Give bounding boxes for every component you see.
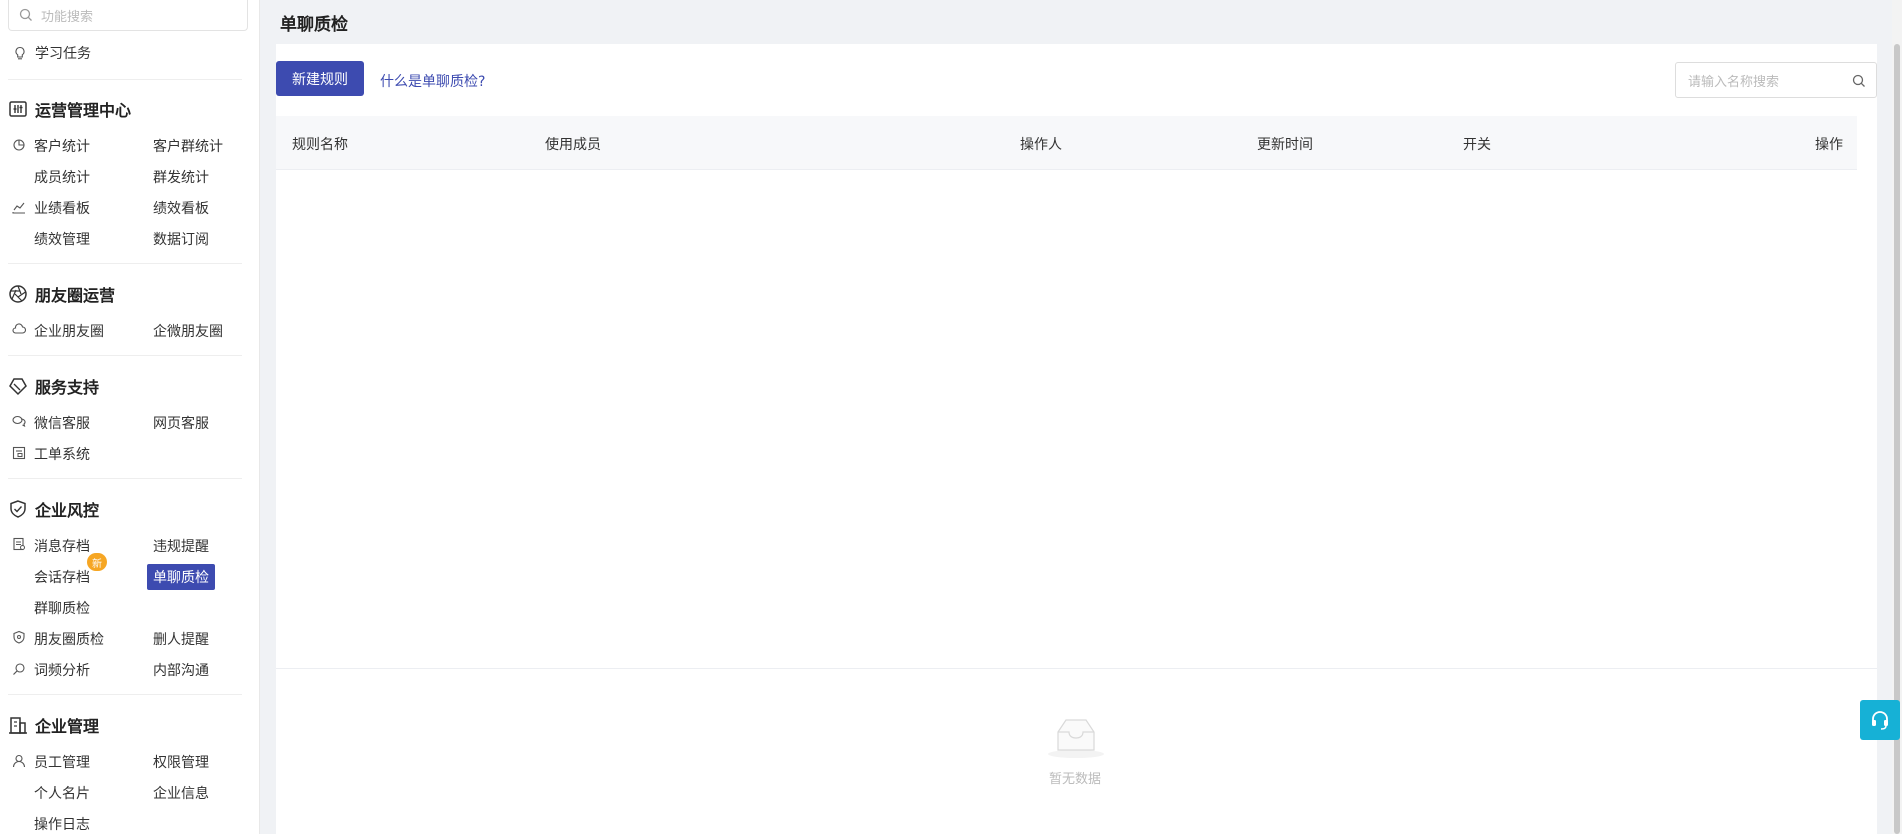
- sidebar-item-performance-board[interactable]: 业绩看板: [34, 198, 90, 218]
- section-title-label: 企业风控: [35, 501, 100, 520]
- sidebar-item-label: 学习任务: [35, 46, 91, 62]
- sidebar-item-web-cs[interactable]: 网页客服: [153, 413, 209, 433]
- building-icon: [8, 715, 28, 735]
- sidebar-item-kpi-board[interactable]: 绩效看板: [153, 198, 209, 218]
- sidebar-item-message-archive[interactable]: 消息存档: [34, 536, 90, 556]
- sidebar-item-corp-moments[interactable]: 企业朋友圈: [34, 321, 104, 341]
- search-icon: [19, 8, 33, 22]
- new-rule-button[interactable]: 新建规则: [276, 61, 364, 96]
- user-icon: [12, 754, 26, 768]
- column-header-members: 使用成员: [545, 137, 601, 153]
- archive-doc-icon: [12, 537, 26, 551]
- section-title-label: 服务支持: [35, 378, 100, 397]
- empty-inbox-icon: [1044, 716, 1108, 760]
- divider: [8, 478, 242, 479]
- pie-chart-icon: [12, 138, 26, 152]
- section-title-label: 企业管理: [35, 717, 100, 736]
- divider: [8, 79, 242, 80]
- sidebar: 功能搜索 学习任务 运营管理中心 客户统计 客户群统计 成员统计 群发统计 业绩…: [0, 0, 260, 834]
- empty-text: 暂无数据: [1049, 772, 1102, 787]
- column-header-operator: 操作人: [1020, 137, 1062, 153]
- section-service: 服务支持: [8, 374, 99, 398]
- help-link[interactable]: 什么是单聊质检?: [380, 71, 485, 91]
- customer-service-button[interactable]: [1860, 700, 1900, 740]
- sidebar-item-staff-management[interactable]: 员工管理: [34, 752, 90, 772]
- section-risk: 企业风控: [8, 497, 99, 521]
- sidebar-item-wecom-moments[interactable]: 企微朋友圈: [153, 321, 223, 341]
- sidebar-item-ticket-system[interactable]: 工单系统: [34, 444, 90, 464]
- divider: [8, 694, 242, 695]
- sidebar-item-group-stats[interactable]: 客户群统计: [153, 136, 223, 156]
- aperture-icon: [8, 284, 28, 304]
- page-title: 单聊质检: [280, 15, 348, 35]
- empty-divider: [276, 668, 1877, 669]
- sidebar-item-violation-alert[interactable]: 违规提醒: [153, 536, 209, 556]
- shield-check-icon: [8, 499, 28, 519]
- sidebar-item-company-info[interactable]: 企业信息: [153, 783, 209, 803]
- sidebar-item-session-archive[interactable]: 会话存档: [34, 567, 90, 587]
- sidebar-item-permission-management[interactable]: 权限管理: [153, 752, 209, 772]
- sliders-icon: [8, 99, 28, 119]
- column-header-rule-name: 规则名称: [292, 137, 348, 153]
- shield-small-icon: [12, 630, 26, 644]
- name-search-input[interactable]: 请输入名称搜索: [1675, 62, 1877, 98]
- divider: [8, 263, 242, 264]
- chat-bubbles-icon: [12, 414, 26, 428]
- sidebar-item-word-frequency[interactable]: 词频分析: [34, 660, 90, 680]
- sidebar-item-study[interactable]: 学习任务: [13, 43, 91, 63]
- sidebar-item-kpi-management[interactable]: 绩效管理: [34, 229, 90, 249]
- diamond-heart-icon: [8, 376, 28, 396]
- search-icon[interactable]: [1852, 74, 1866, 88]
- search-placeholder: 请输入名称搜索: [1688, 74, 1780, 90]
- sidebar-item-delete-alert[interactable]: 删人提醒: [153, 629, 209, 649]
- cloud-icon: [12, 322, 26, 336]
- function-search-input[interactable]: 功能搜索: [8, 0, 248, 31]
- new-badge: 新: [87, 553, 107, 571]
- sidebar-item-mass-send-stats[interactable]: 群发统计: [153, 167, 209, 187]
- column-header-update-time: 更新时间: [1257, 137, 1313, 153]
- search-placeholder: 功能搜索: [41, 9, 94, 25]
- sidebar-item-member-stats[interactable]: 成员统计: [34, 167, 90, 187]
- section-title-label: 运营管理中心: [35, 101, 132, 120]
- section-mgmt: 企业管理: [8, 713, 99, 737]
- table-header: 规则名称 使用成员 操作人 更新时间 开关 操作: [276, 116, 1857, 170]
- line-chart-icon: [12, 200, 26, 214]
- divider: [8, 355, 242, 356]
- sidebar-item-data-subscription[interactable]: 数据订阅: [153, 229, 209, 249]
- ticket-icon: [12, 446, 26, 460]
- lightbulb-icon: [13, 46, 27, 60]
- column-header-actions: 操作: [1815, 137, 1843, 153]
- headset-icon: [1869, 709, 1891, 731]
- section-title-label: 朋友圈运营: [35, 286, 116, 305]
- section-ops: 运营管理中心: [8, 97, 131, 121]
- sidebar-item-single-chat-qc[interactable]: 单聊质检: [147, 564, 215, 590]
- sidebar-item-internal-comm[interactable]: 内部沟通: [153, 660, 209, 680]
- sidebar-item-customer-stats[interactable]: 客户统计: [34, 136, 90, 156]
- sidebar-item-group-chat-qc[interactable]: 群聊质检: [34, 598, 90, 618]
- sidebar-item-wechat-cs[interactable]: 微信客服: [34, 413, 90, 433]
- column-header-switch: 开关: [1463, 137, 1491, 153]
- sidebar-item-operation-log[interactable]: 操作日志: [34, 814, 90, 834]
- magnify-icon: [12, 662, 26, 676]
- sidebar-item-moments-qc[interactable]: 朋友圈质检: [34, 629, 104, 649]
- section-moments: 朋友圈运营: [8, 282, 115, 306]
- sidebar-item-business-card[interactable]: 个人名片: [34, 783, 90, 803]
